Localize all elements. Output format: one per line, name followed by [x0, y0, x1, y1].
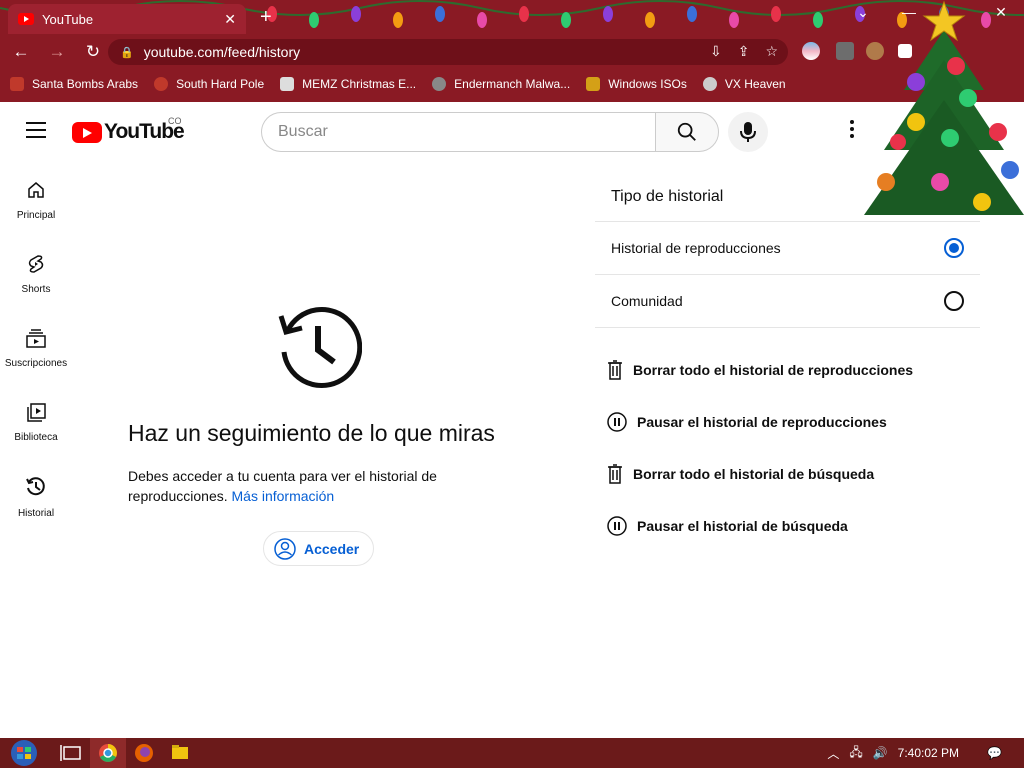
- youtube-play-icon: [72, 121, 102, 143]
- bookmark-vx-heaven[interactable]: VX Heaven: [702, 77, 786, 91]
- clear-watch-history-button[interactable]: Borrar todo el historial de reproduccion…: [595, 344, 980, 396]
- library-icon: [27, 403, 46, 422]
- tab-close-icon[interactable]: ✕: [224, 11, 236, 28]
- guide-item-principal[interactable]: Principal: [0, 170, 72, 244]
- windows-icon: [586, 77, 601, 91]
- guide-item-historial[interactable]: Historial: [0, 466, 72, 540]
- country-code: CO: [168, 116, 182, 126]
- guide-item-shorts[interactable]: Shorts: [0, 244, 72, 318]
- address-bar[interactable]: 🔒 youtube.com/feed/history ⇩ ⇪ ☆: [108, 39, 788, 65]
- guide-item-suscripciones[interactable]: Suscripciones: [0, 318, 72, 392]
- home-icon: [28, 182, 44, 198]
- santa-icon: [10, 77, 24, 91]
- clear-search-history-button[interactable]: Borrar todo el historial de búsqueda: [595, 448, 980, 500]
- microphone-icon: [740, 122, 756, 142]
- search-input[interactable]: Buscar: [261, 112, 656, 152]
- pause-icon: [607, 412, 627, 432]
- account-icon: [274, 537, 296, 560]
- light-bulb: [351, 6, 361, 22]
- bookmark-windows-isos[interactable]: Windows ISOs: [586, 77, 687, 91]
- memz-icon: [280, 77, 295, 91]
- network-icon[interactable]: 🖧: [849, 743, 862, 764]
- light-bulb: [645, 12, 655, 28]
- bookmark-star-icon[interactable]: ☆: [765, 43, 778, 60]
- light-bulb: [435, 6, 445, 22]
- pause-watch-history-button[interactable]: Pausar el historial de reproducciones: [595, 396, 980, 448]
- light-bulb: [771, 6, 781, 22]
- pause-search-history-button[interactable]: Pausar el historial de búsqueda: [595, 500, 980, 552]
- light-bulb: [519, 6, 529, 22]
- show-hidden-icons-icon[interactable]: ︿: [827, 745, 839, 762]
- new-tab-button[interactable]: +: [260, 6, 272, 29]
- forward-button[interactable]: →: [42, 42, 72, 62]
- history-large-icon: [278, 307, 362, 388]
- radio-unselected-icon[interactable]: [944, 291, 964, 311]
- extension-flag-icon[interactable]: [802, 42, 820, 60]
- pause-icon: [607, 516, 627, 536]
- guide-item-biblioteca[interactable]: Biblioteca: [0, 392, 72, 466]
- search-icon: [677, 122, 696, 141]
- tab-title: YouTube: [42, 11, 94, 27]
- bookmark-memz-christmas[interactable]: MEMZ Christmas E...: [280, 77, 416, 91]
- system-tray: ︿ 🖧 🔊 7:40:02 PM 💬: [827, 738, 1024, 768]
- youtube-favicon-icon: [18, 13, 34, 25]
- bookmark-south-hard-pole[interactable]: South Hard Pole: [154, 77, 264, 91]
- history-type-panel: Tipo de historial Historial de reproducc…: [595, 172, 980, 552]
- shorts-icon: [28, 255, 44, 273]
- chrome-taskbar-icon[interactable]: [90, 738, 126, 768]
- guide-menu-icon[interactable]: [26, 122, 46, 143]
- trash-icon: [608, 464, 622, 484]
- task-view-icon[interactable]: [54, 738, 90, 768]
- search-button[interactable]: [655, 112, 719, 152]
- lock-icon: 🔒: [120, 46, 134, 59]
- volume-icon[interactable]: 🔊: [873, 746, 888, 760]
- signin-button[interactable]: Acceder: [263, 531, 374, 566]
- back-button[interactable]: ←: [6, 42, 36, 62]
- trash-icon: [608, 360, 622, 380]
- youtube-logo[interactable]: YouTube CO: [72, 116, 185, 144]
- browser-tab-youtube[interactable]: YouTube ✕: [8, 4, 246, 34]
- light-bulb: [687, 6, 697, 22]
- radio-selected-icon[interactable]: [944, 238, 964, 258]
- bookmark-santa-bombs-arabs[interactable]: Santa Bombs Arabs: [10, 77, 138, 91]
- guide-sidebar: Principal Shorts Suscripciones Bibliotec…: [0, 170, 72, 540]
- share-icon[interactable]: ⇪: [738, 43, 750, 60]
- light-bulb: [477, 12, 487, 28]
- endermanch-icon: [432, 77, 447, 91]
- vx-icon: [702, 77, 717, 91]
- empty-state-title: Haz un seguimiento de lo que miras: [128, 420, 495, 446]
- snowflake-icon: [154, 77, 169, 91]
- subscriptions-icon: [26, 329, 46, 348]
- notifications-icon[interactable]: 💬: [987, 746, 1002, 760]
- settings-kebab-icon[interactable]: [842, 120, 862, 144]
- firefox-taskbar-icon[interactable]: [126, 738, 162, 768]
- reload-button[interactable]: ↻: [78, 42, 108, 62]
- light-bulb: [603, 6, 613, 22]
- install-app-icon[interactable]: ⇩: [710, 43, 722, 60]
- bookmark-endermanch-malware[interactable]: Endermanch Malwa...: [432, 77, 570, 91]
- panel-title: Tipo de historial: [595, 172, 980, 222]
- clock[interactable]: 7:40:02 PM: [898, 746, 959, 760]
- file-explorer-icon[interactable]: [162, 738, 198, 768]
- history-icon: [26, 477, 45, 496]
- option-watch-history[interactable]: Historial de reproducciones: [595, 222, 980, 275]
- more-info-link[interactable]: Más información: [232, 488, 335, 504]
- light-bulb: [393, 12, 403, 28]
- voice-search-button[interactable]: [728, 112, 768, 152]
- extension-s-icon[interactable]: [836, 42, 854, 60]
- light-bulb: [813, 12, 823, 28]
- start-button[interactable]: [0, 738, 42, 768]
- light-bulb: [729, 12, 739, 28]
- windows-taskbar: ︿ 🖧 🔊 7:40:02 PM 💬: [0, 738, 1024, 768]
- light-bulb: [309, 12, 319, 28]
- empty-state-description: Debes acceder a tu cuenta para ver el hi…: [128, 466, 458, 506]
- option-community[interactable]: Comunidad: [595, 275, 980, 328]
- light-bulb: [561, 12, 571, 28]
- url-text: youtube.com/feed/history: [143, 44, 301, 60]
